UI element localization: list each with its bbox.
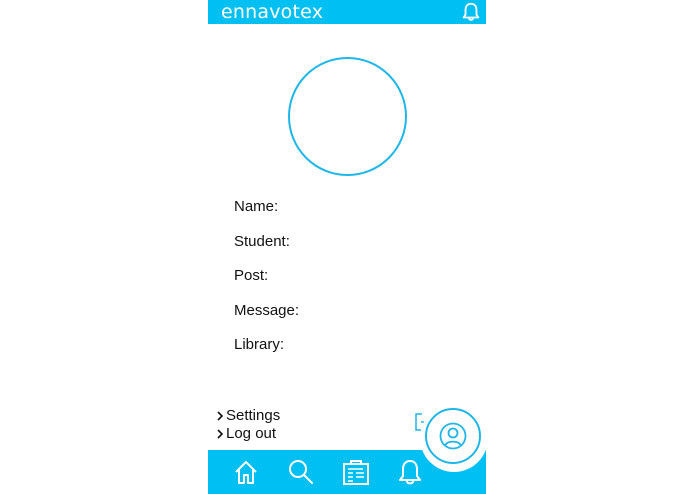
phone-screen: ennavotex Name: Student: Post: Message: … bbox=[208, 0, 486, 494]
logout-label: Log out bbox=[226, 425, 277, 442]
message-label: Message: bbox=[234, 301, 300, 319]
profile-menu: Settings Log out bbox=[215, 407, 280, 443]
top-app-bar: ennavotex bbox=[208, 0, 486, 24]
student-label: Student: bbox=[234, 232, 290, 250]
chevron-right-icon bbox=[217, 411, 224, 421]
name-label: Name: bbox=[234, 198, 279, 215]
library-label: Library: bbox=[234, 336, 285, 353]
news-icon[interactable] bbox=[342, 458, 370, 486]
post-label: Post: bbox=[234, 267, 269, 284]
app-brand: ennavotex bbox=[221, 1, 324, 23]
user-profile-icon bbox=[439, 422, 467, 450]
settings-label: Settings bbox=[226, 407, 281, 424]
profile-info-list: Name: Student: Post: Message: Library: bbox=[234, 198, 299, 371]
home-icon[interactable] bbox=[232, 458, 260, 486]
profile-avatar[interactable] bbox=[288, 57, 407, 176]
profile-fab-button[interactable] bbox=[425, 408, 481, 464]
bell-icon[interactable] bbox=[396, 458, 424, 486]
bell-icon[interactable] bbox=[460, 1, 482, 23]
logout-link[interactable]: Log out bbox=[215, 425, 280, 443]
chevron-right-icon bbox=[217, 429, 224, 439]
search-icon[interactable] bbox=[287, 458, 315, 486]
settings-link[interactable]: Settings bbox=[215, 407, 280, 425]
